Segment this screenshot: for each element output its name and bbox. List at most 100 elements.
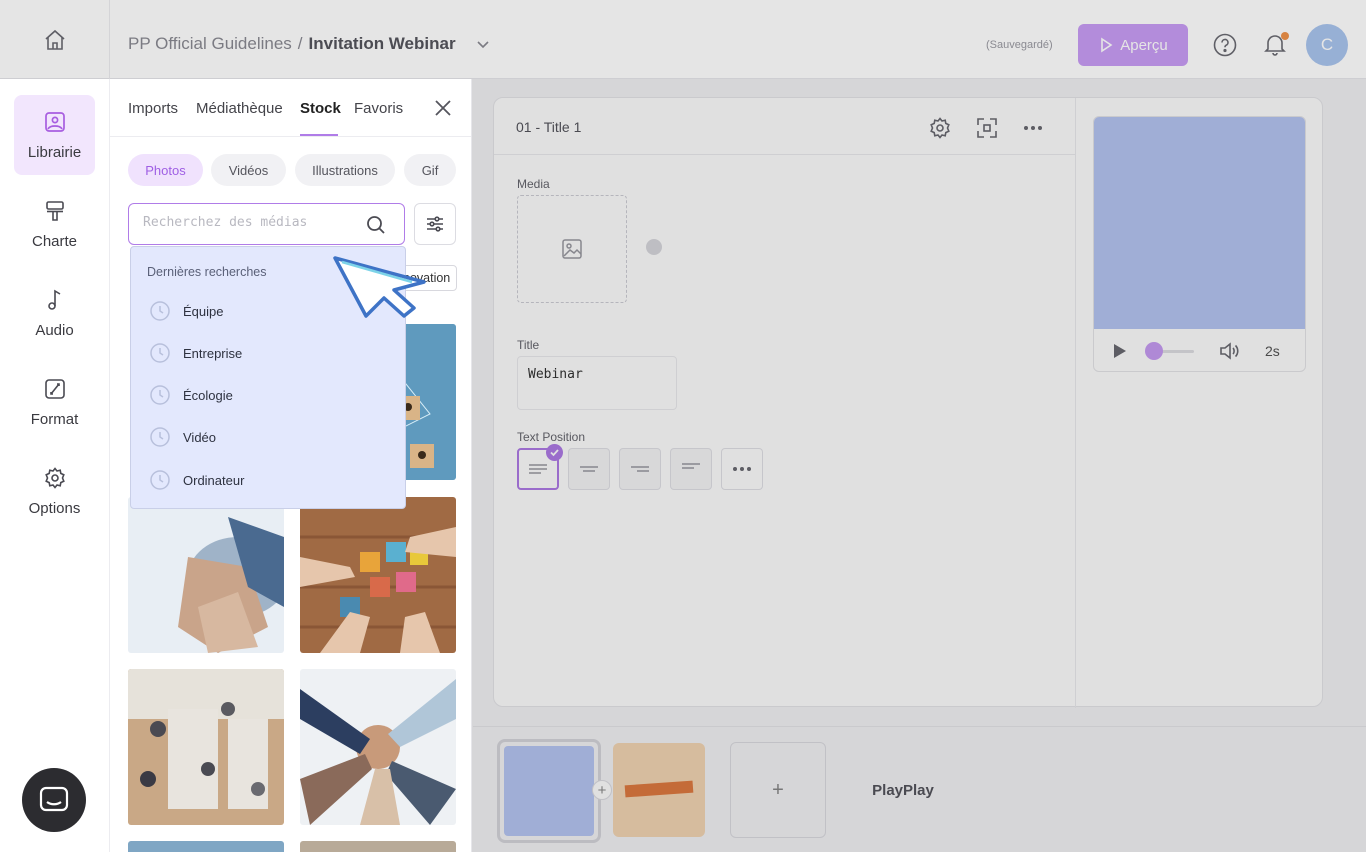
preview-button-label: Aperçu [1120, 36, 1168, 54]
home-button[interactable] [0, 0, 110, 79]
slide-settings-icon[interactable] [928, 116, 952, 140]
recent-search-label: Ordinateur [183, 472, 245, 488]
close-icon [435, 100, 451, 116]
text-position-label: Text Position [517, 430, 586, 444]
avatar[interactable]: C [1306, 24, 1348, 66]
recent-searches-title: Dernières recherches [147, 265, 267, 279]
resize-icon [44, 378, 65, 399]
stock-photo-partial[interactable] [300, 841, 456, 852]
chip-videos[interactable]: Vidéos [211, 154, 286, 186]
title-field[interactable]: Webinar [517, 356, 677, 410]
save-status: (Sauvegardé) [986, 39, 1053, 51]
duration-label: 2s [1265, 343, 1280, 359]
media-label: Media [517, 177, 550, 191]
play-icon [1101, 37, 1113, 53]
card-header-divider [494, 154, 1075, 155]
sidebar-item-label: Audio [35, 321, 74, 339]
text-position-right-button[interactable] [619, 448, 661, 490]
editor-area: 01 - Title 1 Media Title Webinar Text Po… [473, 79, 1366, 726]
search-icon[interactable] [365, 214, 387, 236]
chip-photos[interactable]: Photos [128, 154, 203, 186]
sidebar-item-label: Options [28, 499, 81, 517]
recent-search-item[interactable]: Ordinateur [149, 469, 244, 491]
sliders-icon [427, 216, 443, 232]
align-top-icon [682, 463, 700, 469]
play-icon[interactable] [1112, 342, 1128, 360]
more-options-icon[interactable] [1021, 116, 1045, 140]
top-bar: PP Official Guidelines / Invitation Webi… [0, 0, 1366, 79]
chip-gif[interactable]: Gif [404, 154, 456, 186]
library-tabs: Imports Médiathèque Stock Favoris [110, 79, 471, 137]
music-note-icon [47, 289, 60, 310]
sidebar-item-options[interactable]: Options [14, 451, 95, 531]
text-position-top-button[interactable] [670, 448, 712, 490]
chevron-down-icon[interactable] [476, 37, 490, 51]
check-icon [546, 444, 563, 461]
sidebar-item-librairie[interactable]: Librairie [14, 95, 95, 175]
volume-icon[interactable] [1218, 340, 1240, 362]
paint-roller-icon [45, 200, 64, 221]
sidebar-item-label: Format [30, 410, 79, 428]
clock-icon [150, 427, 170, 447]
fullscreen-icon[interactable] [975, 116, 999, 140]
media-dropzone[interactable] [517, 195, 627, 303]
sidebar-item-audio[interactable]: Audio [14, 273, 95, 353]
tab-imports[interactable]: Imports [128, 100, 178, 117]
recent-search-label: Vidéo [183, 429, 217, 445]
close-panel-button[interactable] [432, 97, 454, 119]
search-input[interactable] [143, 215, 353, 230]
stock-photo-hands-circle[interactable] [300, 669, 456, 825]
breadcrumb-separator: / [297, 34, 303, 53]
tab-mediatheque[interactable]: Médiathèque [196, 100, 283, 117]
text-position-more-button[interactable] [721, 448, 763, 490]
chat-icon [39, 786, 69, 812]
text-position-center-button[interactable] [568, 448, 610, 490]
player-controls: 2s [1094, 329, 1305, 371]
recent-search-label: Équipe [183, 303, 224, 319]
stock-photo-partial[interactable] [128, 841, 284, 852]
breadcrumb-document[interactable]: Invitation Webinar [309, 34, 456, 54]
breadcrumb-project[interactable]: PP Official Guidelines [128, 34, 292, 54]
slide-timeline: + + PlayPlay [473, 726, 1366, 852]
add-slide-button[interactable]: + [730, 742, 826, 838]
stock-photo-puzzle[interactable] [300, 497, 456, 653]
sidebar: Librairie Charte Audio Format Options [0, 79, 110, 852]
clock-icon [150, 385, 170, 405]
image-placeholder-icon [562, 239, 582, 259]
slide-thumbnail-2[interactable] [613, 743, 705, 837]
video-preview-player: 2s [1093, 116, 1306, 372]
chat-support-button[interactable] [22, 768, 86, 832]
clock-icon [150, 470, 170, 490]
title-label: Title [517, 338, 540, 352]
stock-photo-office[interactable] [128, 669, 284, 825]
recent-search-item[interactable]: Vidéo [149, 426, 216, 448]
more-options-icon [733, 467, 751, 471]
timeline-handle[interactable] [1145, 342, 1163, 360]
slide-thumbnail-1[interactable] [497, 739, 601, 843]
brand-logo: PlayPlay [872, 781, 934, 799]
sidebar-item-charte[interactable]: Charte [14, 184, 95, 264]
home-icon [44, 29, 65, 50]
sidebar-item-format[interactable]: Format [14, 362, 95, 442]
stock-photo-team-hands[interactable] [128, 497, 284, 653]
help-button[interactable] [1212, 32, 1238, 58]
image-icon [44, 111, 65, 132]
tab-favoris[interactable]: Favoris [354, 100, 403, 117]
recent-search-item[interactable]: Entreprise [149, 342, 242, 364]
filter-button[interactable] [414, 203, 456, 245]
recent-search-label: Écologie [183, 387, 233, 403]
chip-illustrations[interactable]: Illustrations [295, 154, 395, 186]
active-tab-indicator [300, 134, 338, 136]
align-center-icon [580, 466, 598, 472]
clock-icon [150, 343, 170, 363]
insert-slide-icon[interactable]: + [592, 780, 612, 800]
tab-stock[interactable]: Stock [300, 100, 341, 117]
media-add-icon[interactable] [646, 239, 662, 255]
card-divider [1075, 98, 1076, 708]
pointer-cursor-icon [332, 252, 428, 318]
library-panel: Imports Médiathèque Stock Favoris Photos… [110, 79, 472, 852]
recent-search-item[interactable]: Équipe [149, 300, 223, 322]
recent-search-item[interactable]: Écologie [149, 384, 233, 406]
video-preview[interactable] [1094, 117, 1305, 329]
preview-button[interactable]: Aperçu [1078, 24, 1188, 66]
